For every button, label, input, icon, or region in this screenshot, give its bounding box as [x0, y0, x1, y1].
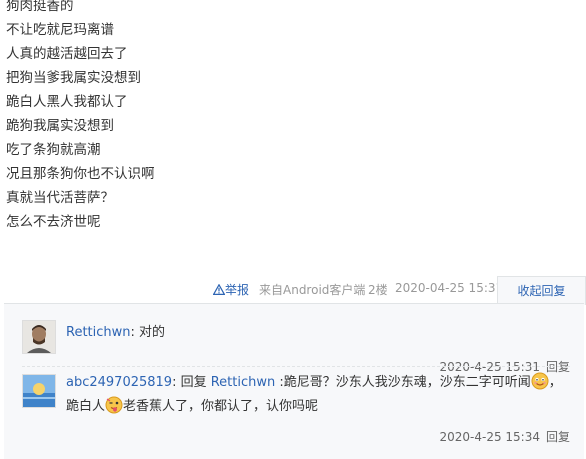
smile-emoji-icon — [531, 372, 549, 390]
post-line: 怎么不去济世呢 — [6, 214, 101, 230]
avatar[interactable] — [22, 374, 56, 408]
post-line: 跪狗我属实没想到 — [6, 118, 114, 134]
report-link[interactable]: 举报 — [212, 281, 250, 298]
avatar[interactable] — [22, 320, 56, 354]
post-line: 狗肉挺香的 — [6, 0, 74, 14]
post-line: 人真的越活越回去了 — [6, 46, 128, 62]
reply-username[interactable]: abc2497025819 — [66, 375, 172, 390]
reply-item: abc2497025819: 回复 Rettichwn :跪尼哥？沙东人我沙东魂… — [22, 371, 570, 454]
reply-prefix: 回复 — [176, 375, 211, 390]
reply-text: 老香蕉人了，你都认了，认你吗呢 — [123, 399, 319, 414]
reply-button[interactable]: 回复 — [546, 430, 570, 444]
reply-text: 跪白人 — [66, 399, 106, 414]
client-source: 来自Android客户端 — [259, 283, 366, 297]
reply-panel: Rettichwn: 对的 2020-4-25 15:31 回复 abc24970… — [4, 303, 584, 459]
post-time: 2020-04-25 15:31 — [395, 281, 504, 295]
post-line: 真就当代活菩萨？ — [6, 190, 114, 206]
reply-time: 2020-4-25 15:34 — [439, 430, 540, 444]
reply-content: Rettichwn: 对的 — [66, 321, 566, 345]
reply-username[interactable]: Rettichwn — [66, 325, 131, 340]
post-line: 吃了条狗就高潮 — [6, 142, 101, 158]
post-line: 跪白人黑人我都认了 — [6, 94, 128, 110]
post-line: 况且那条狗你也不认识啊 — [6, 166, 155, 182]
floor-number: 2楼 — [368, 283, 388, 297]
post-line: 不让吃就尼玛离谱 — [6, 22, 114, 38]
reply-meta: 2020-4-25 15:34 回复 — [439, 428, 570, 445]
reply-divider — [22, 366, 570, 367]
warning-icon — [212, 283, 226, 295]
reply-content: abc2497025819: 回复 Rettichwn :跪尼哥？沙东人我沙东魂… — [66, 371, 566, 419]
post-content: 狗肉挺香的 不让吃就尼玛离谱 人真的越活越回去了 把狗当爹我属实没想到 跪白人黑… — [6, 0, 566, 234]
reply-text: :跪尼哥？沙东人我沙东魂，沙东二字可听闻 — [275, 375, 531, 390]
reply-text: 对的 — [134, 325, 166, 340]
post-line: 把狗当爹我属实没想到 — [6, 70, 141, 86]
tongue-emoji-icon — [105, 396, 123, 414]
reply-target-username[interactable]: Rettichwn — [211, 375, 276, 390]
collapse-replies-button[interactable]: 收起回复 — [497, 276, 586, 305]
reply-text: ， — [548, 375, 562, 390]
report-label: 举报 — [225, 283, 250, 297]
